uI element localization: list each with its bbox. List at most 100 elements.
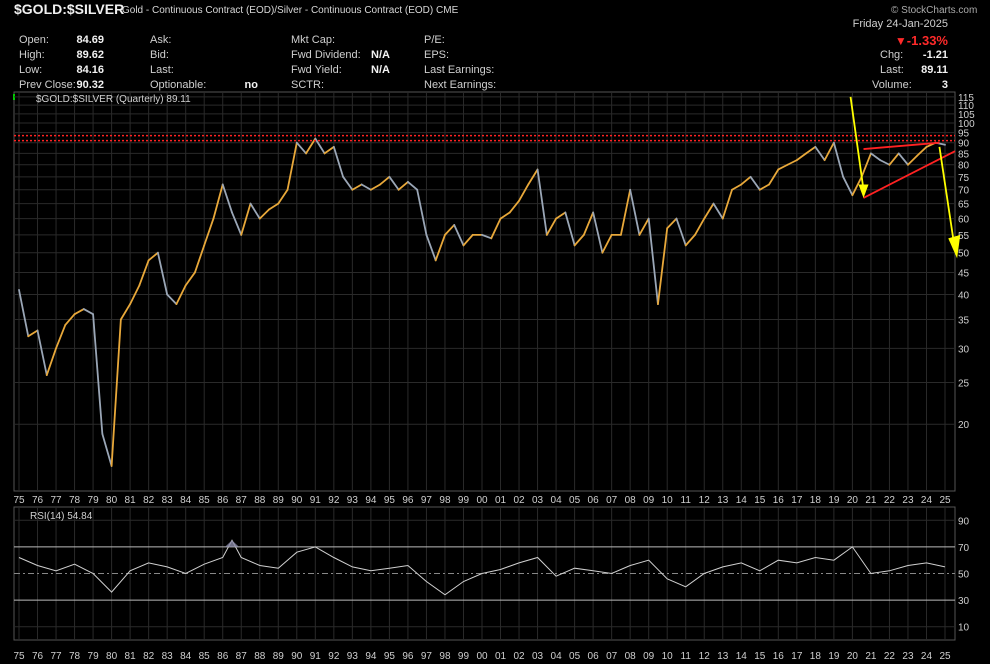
- x-tick-label: 19: [828, 651, 840, 662]
- price-segment: [444, 224, 456, 236]
- price-segment: [425, 233, 437, 262]
- x-tick-label: 85: [199, 651, 211, 662]
- price-segment: [684, 233, 696, 247]
- price-segment: [434, 233, 446, 262]
- x-tick-label: 93: [347, 651, 359, 662]
- y-tick-label: 85: [958, 149, 970, 160]
- price-segment: [194, 244, 206, 274]
- x-tick-label: 14: [736, 651, 748, 662]
- price-segment: [277, 188, 289, 205]
- x-tick-label: 78: [69, 651, 81, 662]
- x-tick-label: 09: [643, 495, 655, 506]
- x-tick-label: 95: [384, 651, 396, 662]
- x-tick-label: 76: [32, 651, 44, 662]
- price-segment: [203, 217, 215, 247]
- y-tick-label: 80: [958, 161, 970, 172]
- price-segment: [805, 146, 817, 155]
- price-panel-border: [13, 91, 956, 492]
- y-tick-label: 60: [958, 215, 970, 226]
- x-tick-label: 02: [513, 651, 525, 662]
- y-tick-label: 30: [958, 344, 970, 355]
- x-tick-label: 00: [476, 495, 488, 506]
- price-segment: [601, 233, 613, 254]
- price-segment: [749, 175, 761, 191]
- price-segment: [545, 217, 557, 236]
- rsi-legend: RSI(14) 54.84: [30, 511, 93, 522]
- x-tick-label: 07: [606, 651, 618, 662]
- x-tick-label: 99: [458, 651, 470, 662]
- x-tick-label: 77: [50, 651, 62, 662]
- price-segment: [777, 163, 789, 171]
- price-segment: [657, 227, 669, 305]
- price-segment: [416, 188, 428, 236]
- price-segment: [351, 183, 363, 191]
- x-tick-label: 10: [662, 495, 674, 506]
- y-tick-label: 25: [958, 378, 970, 389]
- price-segment: [758, 183, 770, 191]
- x-tick-label: 83: [162, 651, 174, 662]
- x-tick-label: 95: [384, 495, 396, 506]
- y-tick-label: 45: [958, 268, 970, 279]
- x-tick-label: 79: [88, 495, 100, 506]
- price-segment: [823, 141, 835, 162]
- y-tick-label: 115: [958, 93, 974, 104]
- rsi-tick-label: 30: [958, 596, 970, 607]
- price-segment: [620, 188, 632, 236]
- price-segment: [73, 308, 85, 316]
- x-tick-label: 96: [402, 651, 414, 662]
- price-segment: [110, 318, 122, 467]
- rsi-overbought-shade: [224, 540, 239, 547]
- price-segment: [18, 288, 30, 338]
- y-tick-label: 35: [958, 315, 970, 326]
- x-tick-label: 77: [50, 495, 62, 506]
- x-tick-label: 82: [143, 495, 155, 506]
- x-tick-label: 80: [106, 495, 118, 506]
- price-segment: [156, 251, 169, 296]
- price-segment: [342, 175, 354, 191]
- price-segment: [832, 141, 845, 178]
- x-tick-label: 11: [681, 495, 692, 506]
- price-segment: [240, 202, 252, 236]
- x-tick-label: 94: [365, 651, 377, 662]
- x-tick-label: 12: [699, 495, 711, 506]
- x-tick-label: 20: [847, 651, 859, 662]
- price-segment: [870, 152, 882, 162]
- price-segment: [462, 233, 474, 247]
- x-tick-label: 81: [125, 495, 137, 506]
- price-segment: [397, 180, 409, 191]
- price-segment: [379, 175, 391, 186]
- x-tick-label: 75: [13, 651, 25, 662]
- x-tick-label: 86: [217, 495, 229, 506]
- x-tick-label: 06: [588, 651, 600, 662]
- x-tick-label: 84: [180, 495, 192, 506]
- price-segment: [555, 211, 567, 220]
- x-tick-label: 09: [643, 651, 655, 662]
- price-segment: [369, 183, 382, 191]
- price-segment: [119, 303, 132, 321]
- rsi-tick-label: 70: [958, 543, 970, 554]
- x-tick-label: 84: [180, 651, 192, 662]
- projection-arrow-line: [938, 146, 956, 246]
- price-segment: [508, 199, 520, 214]
- price-segment: [388, 175, 400, 191]
- x-tick-label: 75: [13, 495, 25, 506]
- price-segment: [842, 175, 854, 197]
- y-tick-label: 75: [958, 173, 970, 184]
- price-segment: [731, 183, 743, 191]
- x-tick-label: 17: [791, 495, 803, 506]
- x-tick-label: 91: [310, 651, 322, 662]
- x-tick-label: 89: [273, 651, 285, 662]
- rsi-tick-label: 90: [958, 516, 970, 527]
- price-segment: [268, 202, 280, 211]
- x-tick-label: 18: [810, 651, 822, 662]
- price-segment: [27, 329, 39, 338]
- price-segment: [573, 233, 585, 247]
- x-tick-label: 24: [921, 651, 933, 662]
- x-tick-label: 16: [773, 495, 785, 506]
- x-tick-label: 23: [902, 651, 914, 662]
- y-tick-label: 65: [958, 200, 970, 211]
- x-tick-label: 82: [143, 651, 155, 662]
- x-tick-label: 90: [291, 495, 303, 506]
- x-tick-label: 97: [421, 495, 433, 506]
- x-tick-label: 22: [884, 651, 896, 662]
